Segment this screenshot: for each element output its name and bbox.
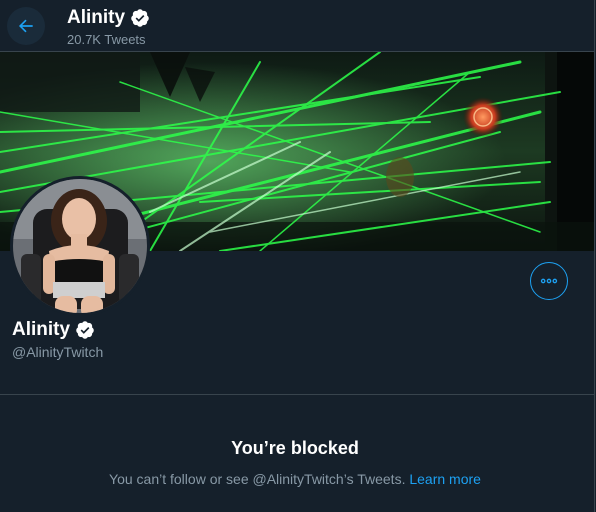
more-options-icon [540, 278, 558, 284]
profile-page: Alinity 20.7K Tweets Alinity @AlinityTwi… [0, 0, 595, 512]
verified-badge-icon [76, 321, 94, 339]
more-options-button[interactable] [530, 262, 568, 300]
top-header: Alinity 20.7K Tweets [0, 0, 594, 52]
tweet-count: 20.7K Tweets [67, 32, 146, 47]
blocked-message-row: You can’t follow or see @AlinityTwitch’s… [0, 470, 590, 488]
header-name: Alinity [67, 7, 126, 28]
blocked-message: You can’t follow or see @AlinityTwitch’s… [109, 471, 406, 487]
back-button[interactable] [7, 7, 45, 45]
profile-name: Alinity [12, 319, 71, 340]
profile-name-row: Alinity [12, 318, 95, 342]
learn-more-link[interactable]: Learn more [409, 471, 481, 487]
profile-handle: @AlinityTwitch [12, 344, 104, 360]
blocked-title: You’re blocked [231, 438, 359, 458]
divider [0, 394, 594, 395]
header-name-row: Alinity [67, 6, 150, 30]
verified-badge-icon [131, 9, 149, 27]
arrow-left-icon [18, 19, 33, 33]
avatar-image [13, 179, 147, 313]
avatar[interactable] [10, 176, 150, 316]
